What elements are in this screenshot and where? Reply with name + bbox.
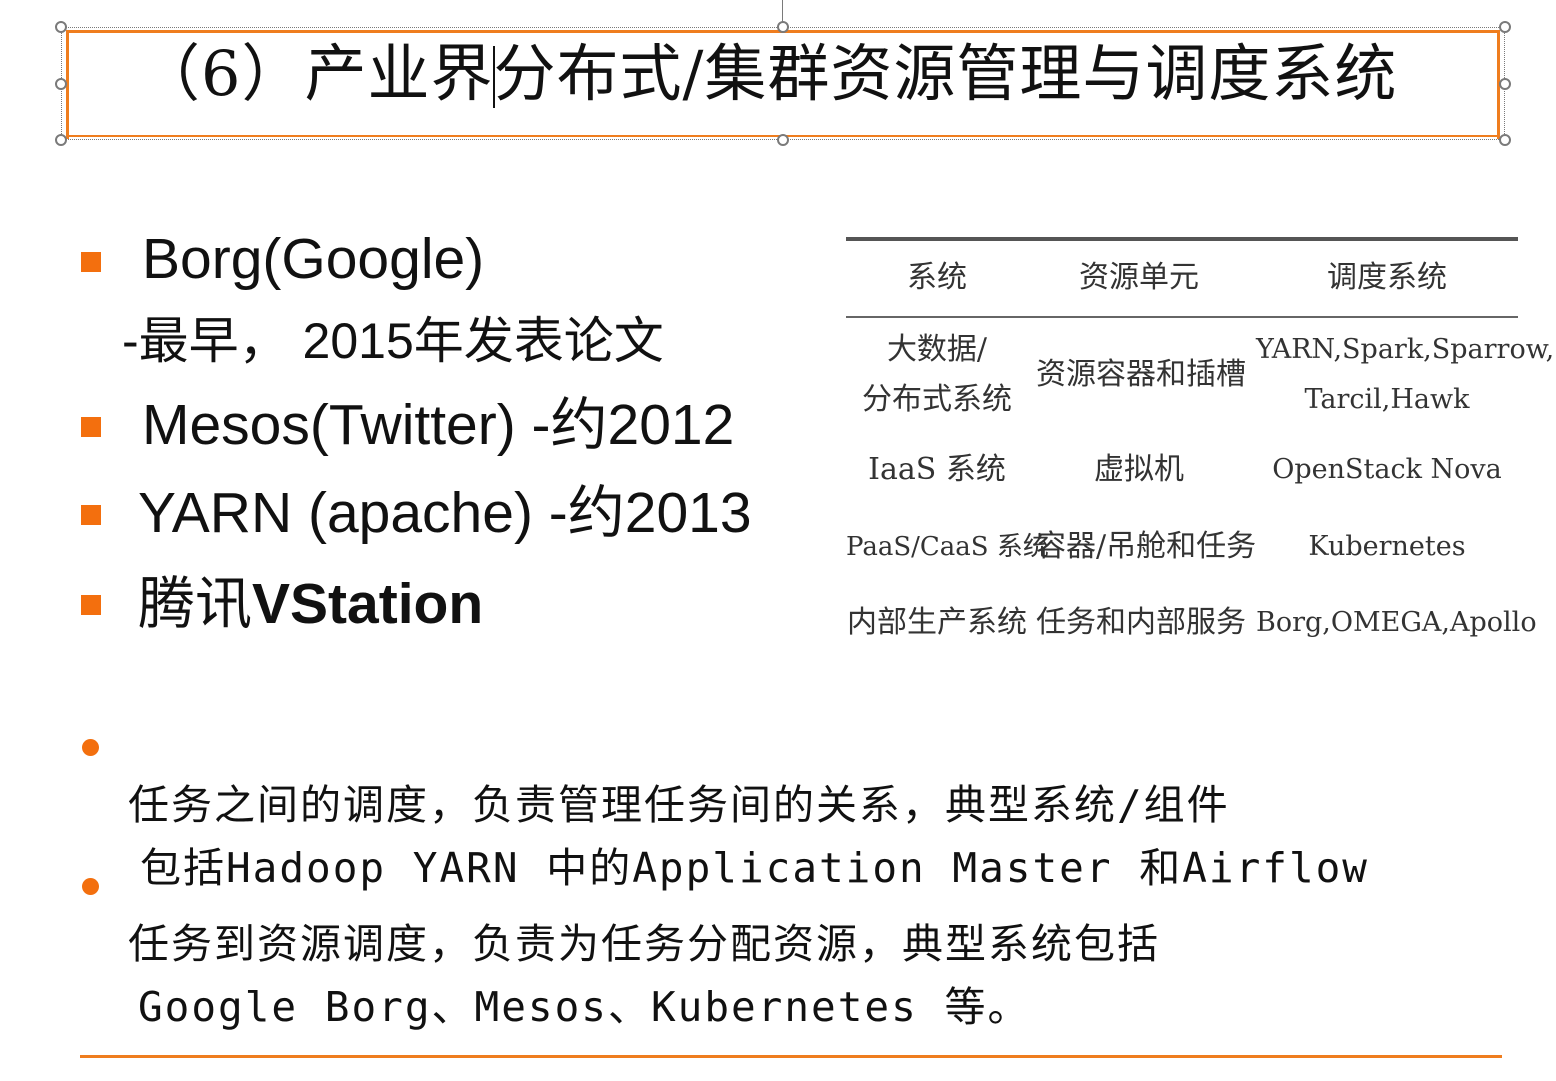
vstation-prefix: 腾讯 xyxy=(138,572,252,636)
scheduler-table: 系统 资源单元 调度系统 大数据/ 分布式系统 资源容器和插槽 YARN,Spa… xyxy=(846,236,1555,656)
paragraph-resource-scheduling-line1: 任务到资源调度，负责为任务分配资源，典型系统包括 xyxy=(128,920,1160,968)
table-cell: 分布式系统 xyxy=(862,382,1012,417)
bullet-dot xyxy=(82,878,99,895)
table-header-system: 系统 xyxy=(907,260,967,295)
table-cell: OpenStack Nova xyxy=(1272,454,1502,485)
resize-handle-bottom-right[interactable] xyxy=(1499,134,1511,146)
bullet-square xyxy=(81,505,101,525)
table-cell: 内部生产系统 xyxy=(847,605,1027,640)
resize-handle-bottom[interactable] xyxy=(777,134,789,146)
vstation-name: VStation xyxy=(252,572,484,636)
resize-handle-right[interactable] xyxy=(1499,78,1511,90)
resize-handle-top-left[interactable] xyxy=(55,21,67,33)
table-cell: 虚拟机 xyxy=(1094,452,1184,487)
bullet-square xyxy=(81,252,101,272)
table-cell: 资源容器和插槽 xyxy=(1036,357,1246,392)
table-rule-top xyxy=(846,237,1518,241)
bullet-dot xyxy=(82,739,99,756)
table-cell: 容器/吊舱和任务 xyxy=(1036,529,1257,564)
bullet-yarn: YARN (apache) -约2013 xyxy=(138,481,752,545)
table-cell: IaaS 系统 xyxy=(868,452,1006,487)
table-header-scheduler: 调度系统 xyxy=(1327,260,1447,295)
resize-handle-top-right[interactable] xyxy=(1499,21,1511,33)
paragraph-resource-scheduling-line2: Google Borg、Mesos、Kubernetes 等。 xyxy=(138,983,1031,1031)
bullet-square xyxy=(81,595,101,615)
table-cell: PaaS/CaaS 系统 xyxy=(846,532,1049,562)
paragraph-task-scheduling-line1: 任务之间的调度，负责管理任务间的关系，典型系统/组件 xyxy=(128,781,1230,829)
table-cell: 大数据/ xyxy=(886,332,988,367)
footer-divider xyxy=(80,1055,1502,1058)
bullet-borg-note: -最早， 2015年发表论文 xyxy=(122,313,664,369)
paragraph-task-scheduling-line2: 包括Hadoop YARN 中的Application Master 和Airf… xyxy=(140,844,1369,892)
bullet-borg: Borg(Google) xyxy=(142,227,485,291)
table-rule-header xyxy=(846,316,1518,318)
bullet-square xyxy=(81,417,101,437)
table-header-unit: 资源单元 xyxy=(1079,260,1199,295)
bullet-vstation: 腾讯VStation xyxy=(138,572,483,636)
rotate-handle-line xyxy=(782,0,783,22)
table-cell: 任务和内部服务 xyxy=(1036,605,1246,640)
resize-handle-left[interactable] xyxy=(55,78,67,90)
bullet-mesos: Mesos(Twitter) -约2012 xyxy=(142,393,735,457)
table-cell: Kubernetes xyxy=(1308,531,1466,562)
text-cursor xyxy=(493,46,495,108)
table-cell: Borg,OMEGA,Apollo xyxy=(1256,607,1537,638)
table-cell: YARN,Spark,Sparrow, xyxy=(1256,334,1555,365)
table-cell: Tarcil,Hawk xyxy=(1304,384,1470,415)
slide-title[interactable]: （6）产业界分布式/集群资源管理与调度系统 xyxy=(138,34,1397,114)
resize-handle-top[interactable] xyxy=(777,21,789,33)
resize-handle-bottom-left[interactable] xyxy=(55,134,67,146)
